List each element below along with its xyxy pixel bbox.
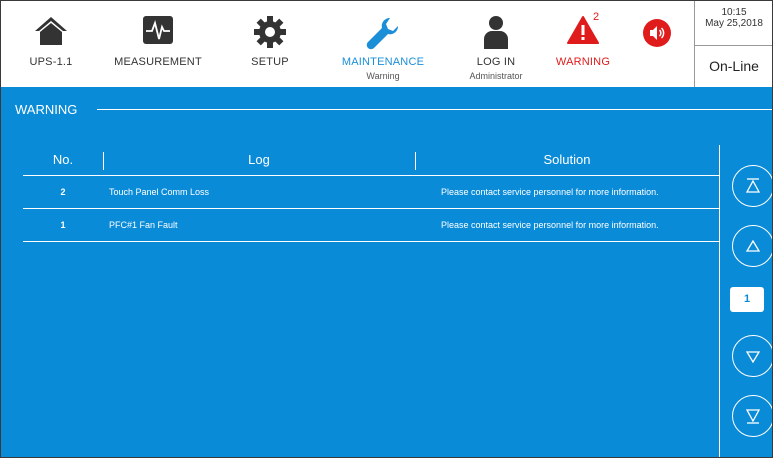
triangle-up-icon — [745, 239, 761, 252]
home-icon — [34, 15, 68, 52]
header-log: Log — [248, 152, 270, 167]
row-no: 1 — [60, 220, 66, 230]
last-page-icon — [745, 409, 761, 424]
page-number: 1 — [730, 287, 764, 312]
wrench-icon — [365, 15, 401, 56]
last-page-button[interactable] — [732, 395, 772, 437]
gear-icon — [253, 15, 287, 54]
nav-maintenance-label: MAINTENANCE — [341, 56, 425, 68]
nav-setup[interactable]: SETUP — [227, 1, 313, 87]
triangle-down-icon — [745, 351, 761, 364]
sound-toggle[interactable] — [631, 1, 683, 87]
header-solution: Solution — [543, 152, 591, 167]
user-icon — [482, 15, 510, 54]
warning-count-badge: 2 — [593, 11, 600, 23]
clock-date: May 25,2018 — [705, 18, 763, 29]
table-header: No. Log Solution — [23, 148, 719, 176]
nav-warning-label: WARNING — [555, 56, 611, 68]
nav-measurement-label: MEASUREMENT — [114, 56, 202, 68]
row-no: 2 — [60, 187, 66, 197]
nav-login-label: LOG IN — [476, 56, 516, 68]
section-divider — [97, 109, 772, 110]
header-no: No. — [52, 152, 74, 167]
status-divider — [695, 45, 772, 46]
pager-column: 1 — [719, 145, 772, 457]
table-row[interactable]: 1 PFC#1 Fan Fault Please contact service… — [23, 209, 719, 242]
nav-ups-label: UPS-1.1 — [29, 56, 73, 68]
nav-login-sublabel: Administrator — [469, 71, 523, 81]
nav-measurement[interactable]: MEASUREMENT — [105, 1, 211, 87]
row-log: PFC#1 Fan Fault — [109, 220, 178, 230]
table-row[interactable]: 2 Touch Panel Comm Loss Please contact s… — [23, 176, 719, 209]
row-solution: Please contact service personnel for mor… — [441, 220, 659, 230]
top-nav-bar: UPS-1.1 MEASUREMENT SETUP MAINTENANCE Wa… — [1, 1, 772, 87]
waveform-icon — [142, 15, 174, 50]
row-solution: Please contact service personnel for mor… — [441, 187, 659, 197]
speaker-icon — [642, 18, 672, 53]
ups-mode-status: On-Line — [709, 58, 759, 74]
nav-setup-label: SETUP — [251, 56, 289, 68]
nav-maintenance[interactable]: MAINTENANCE Warning — [331, 1, 435, 87]
section-title: WARNING — [15, 102, 78, 117]
first-page-button[interactable] — [732, 165, 772, 207]
warning-panel: WARNING No. Log Solution 2 Touch Panel C… — [1, 87, 772, 457]
ups-screen: UPS-1.1 MEASUREMENT SETUP MAINTENANCE Wa… — [0, 0, 773, 458]
page-up-button[interactable] — [732, 225, 772, 267]
row-log: Touch Panel Comm Loss — [109, 187, 210, 197]
nav-login[interactable]: LOG IN Administrator — [447, 1, 545, 87]
status-panel: 10:15 May 25,2018 On-Line — [694, 1, 772, 87]
nav-ups[interactable]: UPS-1.1 — [11, 1, 91, 87]
first-page-icon — [745, 178, 761, 193]
nav-maintenance-sublabel: Warning — [366, 71, 400, 81]
page-down-button[interactable] — [732, 335, 772, 377]
nav-warning[interactable]: 2 WARNING — [541, 1, 625, 87]
warning-log-table: No. Log Solution 2 Touch Panel Comm Loss… — [23, 148, 719, 242]
